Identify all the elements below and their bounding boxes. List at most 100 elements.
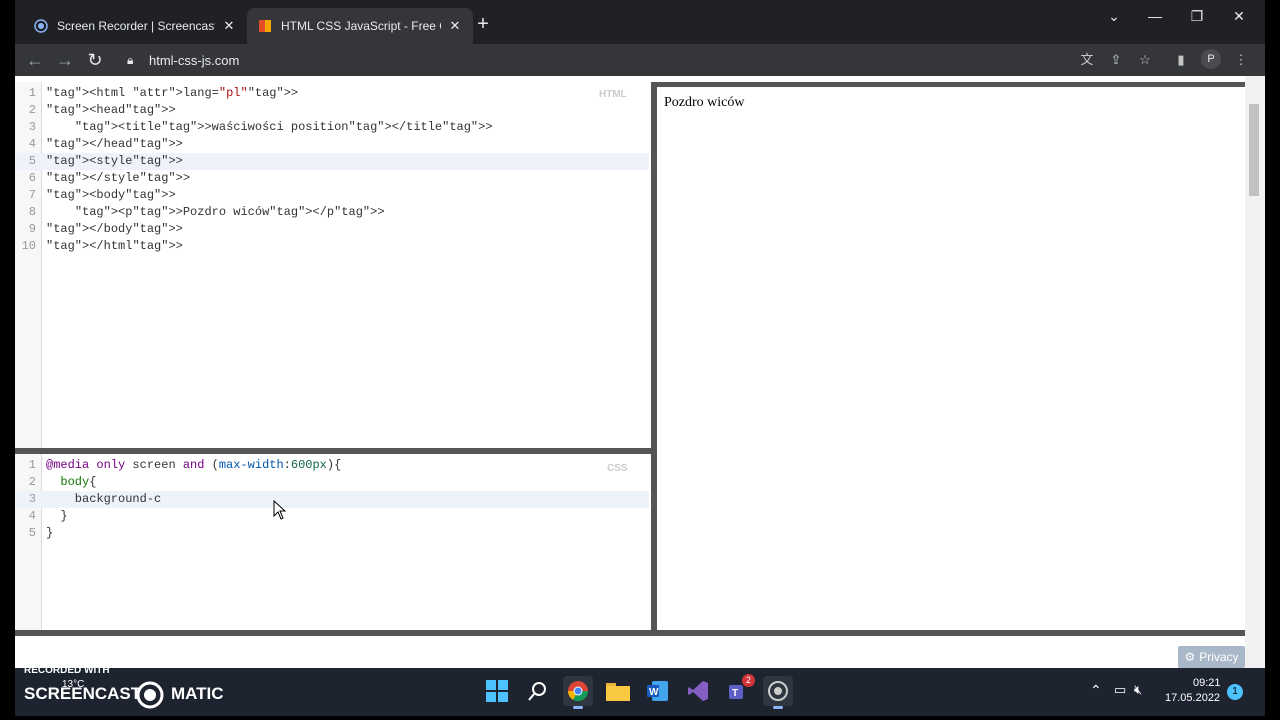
menu-kebab-icon[interactable]: ⋮: [1231, 50, 1251, 70]
watermark-brand-left: SCREENCAST: [24, 684, 142, 703]
code-text: body{: [60, 475, 97, 489]
code-line[interactable]: 3 "tag"><title"tag">>waściwości position…: [15, 119, 649, 136]
word-icon[interactable]: W: [643, 676, 673, 706]
code-text: }: [46, 509, 68, 523]
code-text: "tag"><title"tag">>waściwości position"t…: [74, 120, 493, 134]
code-text: "tag"></style"tag">>: [46, 171, 191, 185]
css-editor[interactable]: CSS 1 @media only screen and (max-width:6…: [15, 454, 650, 630]
reload-icon[interactable]: ↻: [83, 48, 107, 72]
line-number: 5: [28, 154, 36, 168]
visual-studio-icon[interactable]: [683, 676, 713, 706]
code-text: }: [46, 526, 54, 540]
share-icon[interactable]: ⇪: [1106, 50, 1126, 70]
code-line[interactable]: 7 "tag"><body"tag">>: [15, 187, 649, 204]
svg-text:T: T: [732, 688, 738, 699]
tab-screencast[interactable]: Screen Recorder | Screencast-O-Matic ✕: [23, 8, 247, 44]
line-number: 1: [28, 458, 36, 472]
privacy-button[interactable]: ⚙ Privacy: [1178, 646, 1245, 668]
minimize-button[interactable]: —: [1140, 8, 1170, 24]
line-number: 6: [28, 171, 36, 185]
line-number: 9: [28, 222, 36, 236]
new-tab-button[interactable]: +: [471, 12, 495, 36]
line-number: 3: [28, 492, 36, 506]
code-text: "tag"></html"tag">>: [46, 239, 183, 253]
line-number: 10: [21, 239, 36, 253]
profile-avatar[interactable]: P: [1201, 49, 1221, 69]
tab-search-icon[interactable]: ⌄: [1099, 8, 1129, 25]
code-text: "tag"><style"tag">>: [46, 154, 183, 168]
line-number: 3: [28, 120, 36, 134]
bottom-border: [15, 630, 1245, 636]
line-number: 4: [28, 509, 36, 523]
translate-icon[interactable]: 文: [1077, 50, 1097, 70]
code-line[interactable]: 9 "tag"></body"tag">>: [15, 221, 649, 238]
page-scrollbar[interactable]: [1245, 76, 1265, 668]
preview-pane: Pozdro wiców: [657, 87, 1245, 630]
tab-title: HTML CSS JavaScript - Free Online Editor: [281, 19, 441, 33]
lock-icon: 🔒︎: [127, 52, 134, 67]
teams-icon[interactable]: T 2: [723, 674, 755, 706]
file-explorer-icon[interactable]: [603, 676, 633, 706]
clock-time[interactable]: 09:21: [1193, 677, 1221, 689]
search-icon[interactable]: [523, 676, 553, 706]
preview-paragraph: Pozdro wiców: [664, 95, 745, 110]
code-line[interactable]: 2 body{: [15, 474, 649, 491]
code-text: "tag"><body"tag">>: [46, 188, 176, 202]
clock-date[interactable]: 17.05.2022: [1165, 692, 1220, 704]
code-text: "tag"></body"tag">>: [46, 222, 183, 236]
code-line[interactable]: 1 "tag"><html "attr">lang="pl""tag">>: [15, 85, 649, 102]
chrome-icon[interactable]: [563, 676, 593, 709]
code-line[interactable]: 10 "tag"></html"tag">>: [15, 238, 649, 255]
code-text: @media only screen and (max-width:600px)…: [46, 458, 342, 472]
back-icon[interactable]: ←: [23, 48, 47, 72]
bookmark-star-icon[interactable]: ☆: [1135, 50, 1155, 70]
tab-title: Screen Recorder | Screencast-O-Matic: [57, 19, 215, 33]
close-icon[interactable]: ✕: [221, 18, 237, 34]
address-bar[interactable]: 🔒︎ html-css-js.com: [119, 46, 1199, 74]
screen: Screen Recorder | Screencast-O-Matic ✕ H…: [0, 0, 1280, 720]
chevron-up-icon[interactable]: ⌃: [1090, 682, 1102, 699]
page-content: HTML 1 "tag"><html "attr">lang="pl""tag">…: [15, 76, 1265, 668]
watermark-line1: RECORDED WITH: [24, 665, 110, 676]
maximize-button[interactable]: ❐: [1182, 8, 1212, 25]
line-number: 4: [28, 137, 36, 151]
browser-window: Screen Recorder | Screencast-O-Matic ✕ H…: [15, 0, 1265, 668]
line-number: 7: [28, 188, 36, 202]
notification-center-badge[interactable]: 1: [1227, 684, 1243, 700]
code-line[interactable]: 8 "tag"><p"tag">>Pozdro wiców"tag"></p"t…: [15, 204, 649, 221]
line-number: 1: [28, 86, 36, 100]
line-number: 5: [28, 526, 36, 540]
code-text: background-c: [46, 492, 162, 506]
browser-toolbar: ← → ↻ 🔒︎ html-css-js.com 文 ⇪ ☆ ▮ P ⋮: [15, 44, 1265, 76]
tab-html-css-js[interactable]: HTML CSS JavaScript - Free Online Editor…: [247, 8, 473, 44]
code-line[interactable]: 5 "tag"><style"tag">>: [15, 153, 649, 170]
windows-start-icon[interactable]: [482, 676, 512, 706]
screencast-app-icon[interactable]: [763, 676, 793, 709]
mouse-cursor-icon: [273, 499, 287, 525]
line-number: 2: [28, 103, 36, 117]
code-line[interactable]: 4 "tag"></head"tag">>: [15, 136, 649, 153]
line-number: 2: [28, 475, 36, 489]
side-panel-icon[interactable]: ▮: [1171, 50, 1191, 70]
code-line[interactable]: 6 "tag"></style"tag">>: [15, 170, 649, 187]
tab-strip: Screen Recorder | Screencast-O-Matic ✕ H…: [15, 0, 1265, 44]
line-number: 8: [28, 205, 36, 219]
close-window-button[interactable]: ✕: [1224, 8, 1254, 25]
code-line[interactable]: 5}: [15, 525, 649, 542]
speaker-muted-icon[interactable]: 🔇︎: [1134, 682, 1142, 698]
code-line[interactable]: 2 "tag"><head"tag">>: [15, 102, 649, 119]
notification-badge: 2: [742, 674, 755, 687]
code-line[interactable]: 4 }: [15, 508, 649, 525]
code-text: "tag"><p"tag">>Pozdro wiców"tag"></p"tag…: [74, 205, 385, 219]
html-css-js-icon: [257, 18, 273, 34]
code-line[interactable]: 3 background-c: [15, 491, 649, 508]
code-text: "tag"><html "attr">lang="pl""tag">>: [46, 86, 299, 100]
forward-icon[interactable]: →: [53, 48, 77, 72]
code-line[interactable]: 1 @media only screen and (max-width:600px…: [15, 457, 649, 474]
gear-icon: ⚙: [1184, 650, 1196, 664]
svg-text:W: W: [649, 687, 659, 698]
html-editor[interactable]: HTML 1 "tag"><html "attr">lang="pl""tag">…: [15, 82, 650, 448]
scrollbar-thumb[interactable]: [1249, 104, 1259, 196]
display-icon[interactable]: ▭: [1114, 682, 1126, 698]
close-icon[interactable]: ✕: [447, 18, 463, 34]
